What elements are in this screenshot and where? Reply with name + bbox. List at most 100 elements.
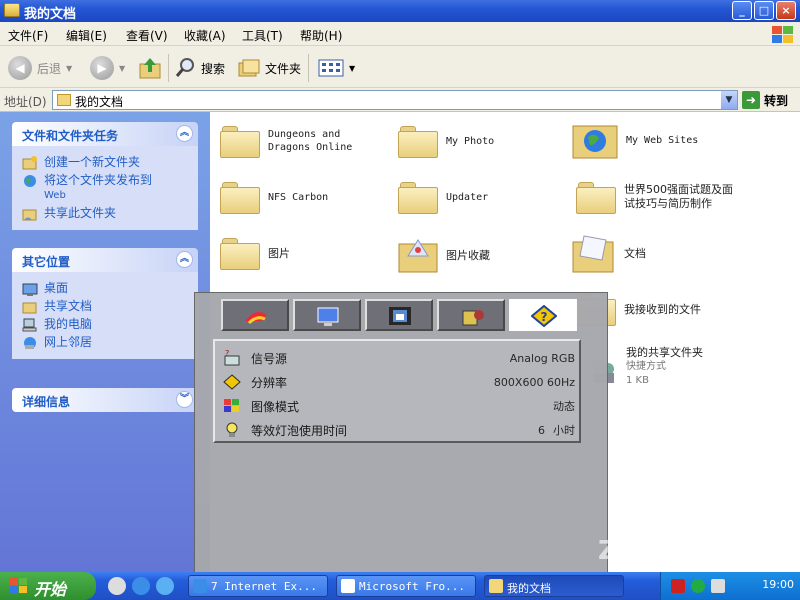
- views-button[interactable]: ▼: [318, 55, 355, 81]
- menu-view[interactable]: 查看(V): [126, 27, 168, 44]
- folder-icon: [576, 180, 616, 214]
- osd-row: 等效灯泡使用时间 6 小时: [223, 419, 575, 441]
- folder-item[interactable]: My Web Sites: [572, 120, 698, 160]
- address-input[interactable]: 我的文档 ▼: [52, 90, 738, 110]
- frontpage-icon: [341, 579, 355, 593]
- show-desktop-icon[interactable]: [156, 577, 174, 595]
- panel-header[interactable]: 详细信息 ︾: [12, 388, 198, 412]
- osd-tabs: ?: [207, 299, 599, 333]
- publish-web-link[interactable]: 将这个文件夹发布到 Web: [22, 173, 188, 203]
- network-link[interactable]: 网上邻居: [22, 335, 188, 350]
- tab-settings[interactable]: [437, 299, 505, 331]
- media-player-icon[interactable]: [108, 577, 126, 595]
- windows-flag-icon: [10, 578, 27, 593]
- osd-info-panel: ? 信号源 Analog RGB 分辨率 800X600 60Hz 图像模式 动…: [213, 339, 581, 443]
- signal-source-icon: ?: [224, 350, 240, 366]
- tray-icon[interactable]: [671, 579, 685, 593]
- folder-icon: [398, 124, 438, 158]
- folder-item[interactable]: My Photo: [398, 124, 494, 158]
- svg-text:?: ?: [225, 350, 229, 358]
- system-tray: 19:00: [660, 572, 800, 600]
- tray-icon[interactable]: [691, 579, 705, 593]
- folder-item[interactable]: Updater: [398, 180, 488, 214]
- chevron-up-icon[interactable]: ︽: [176, 251, 193, 268]
- folder-item[interactable]: 图片收藏: [398, 236, 490, 274]
- folder-item[interactable]: Dungeons and Dragons Online: [220, 124, 352, 158]
- share-folder-icon: [22, 209, 37, 221]
- clock[interactable]: 19:00: [762, 578, 794, 591]
- desktop-link[interactable]: 桌面: [22, 281, 188, 296]
- chevron-down-icon: ▼: [119, 63, 126, 73]
- shared-folder-icon: [22, 302, 37, 314]
- share-folder-link[interactable]: 共享此文件夹: [22, 206, 188, 221]
- panel-header[interactable]: 其它位置 ︽: [12, 248, 198, 272]
- views-icon: [318, 59, 344, 77]
- toolbar-separator: [168, 54, 169, 82]
- web-sites-folder-icon: [572, 125, 618, 159]
- chevron-down-icon[interactable]: ▼: [721, 91, 737, 109]
- documents-folder-icon: [572, 235, 614, 273]
- create-folder-link[interactable]: 创建一个新文件夹: [22, 155, 188, 170]
- taskbar-button-frontpage[interactable]: Microsoft Fro...: [336, 575, 476, 597]
- tab-info[interactable]: ?: [509, 299, 577, 331]
- back-arrow-icon: ◀: [8, 56, 32, 80]
- internet-explorer-icon[interactable]: [132, 577, 150, 595]
- maximize-button[interactable]: □: [754, 1, 774, 20]
- back-button[interactable]: ◀ 后退 ▼: [8, 55, 72, 81]
- chevron-down-icon: ▼: [349, 63, 356, 73]
- minimize-button[interactable]: _: [732, 1, 752, 20]
- tab-display[interactable]: [293, 299, 361, 331]
- chevron-up-icon[interactable]: ︽: [176, 125, 193, 142]
- tray-icon[interactable]: [711, 579, 725, 593]
- settings-icon: [462, 310, 484, 326]
- tab-image[interactable]: [365, 299, 433, 331]
- toolbar: ◀ 后退 ▼ ▶ ▼ 搜索 文件夹 ▼: [0, 46, 800, 88]
- menu-tools[interactable]: 工具(T): [242, 27, 283, 44]
- lamp-icon: [226, 422, 238, 437]
- folder-item[interactable]: NFS Carbon: [220, 180, 328, 214]
- svg-text:?: ?: [541, 310, 548, 324]
- tab-color[interactable]: [221, 299, 289, 331]
- go-button[interactable]: ➜ 转到: [742, 91, 788, 109]
- folder-icon: [57, 94, 71, 106]
- address-bar: 地址(D) 我的文档 ▼ ➜ 转到: [0, 88, 800, 112]
- folder-icon: [220, 124, 260, 158]
- menu-favorites[interactable]: 收藏(A): [184, 27, 226, 44]
- forward-button[interactable]: ▶ ▼: [90, 55, 125, 81]
- menu-help[interactable]: 帮助(H): [300, 27, 342, 44]
- start-button[interactable]: 开始: [0, 572, 96, 600]
- folder-icon: [398, 180, 438, 214]
- search-button[interactable]: 搜索: [174, 55, 225, 81]
- picture-folder-icon: [398, 239, 438, 273]
- folder-item[interactable]: 文档: [572, 232, 646, 274]
- up-folder-button[interactable]: [138, 55, 162, 81]
- resolution-icon: [223, 374, 241, 390]
- taskbar-button-ie[interactable]: 7 Internet Ex...: [188, 575, 328, 597]
- taskbar: 开始 7 Internet Ex... Microsoft Fro... 我的文…: [0, 572, 800, 600]
- network-icon: [24, 337, 36, 349]
- folder-item[interactable]: 图片: [220, 236, 290, 270]
- title-bar: 我的文档 _ □ ×: [0, 0, 800, 22]
- menu-edit[interactable]: 编辑(E): [66, 27, 107, 44]
- search-icon: [175, 58, 194, 77]
- go-arrow-icon: ➜: [742, 91, 760, 109]
- computer-icon: [22, 318, 37, 332]
- file-tasks-panel: 文件和文件夹任务 ︽ 创建一个新文件夹 将这个文件夹发布到 Web 共享此文件夹: [12, 122, 198, 230]
- osd-row: 图像模式 动态: [223, 395, 575, 417]
- my-computer-link[interactable]: 我的电脑: [22, 317, 188, 332]
- panel-header[interactable]: 文件和文件夹任务 ︽: [12, 122, 198, 146]
- menu-file[interactable]: 文件(F): [8, 27, 48, 44]
- other-places-panel: 其它位置 ︽ 桌面 共享文档 我的电脑 网上邻居: [12, 248, 198, 359]
- up-folder-icon: [139, 58, 161, 79]
- globe-icon: [24, 175, 36, 187]
- shared-docs-link[interactable]: 共享文档: [22, 299, 188, 314]
- folder-item[interactable]: 世界500强面试题及面 试技巧与简历制作: [576, 180, 733, 214]
- folder-icon: [220, 180, 260, 214]
- panel-body: 创建一个新文件夹 将这个文件夹发布到 Web 共享此文件夹: [12, 146, 198, 230]
- folder-icon: [489, 579, 503, 593]
- folder-icon: [220, 236, 260, 270]
- taskbar-button-my-documents[interactable]: 我的文档: [484, 575, 624, 597]
- close-button[interactable]: ×: [776, 1, 796, 20]
- folders-button[interactable]: 文件夹: [238, 55, 301, 81]
- chevron-down-icon[interactable]: ︾: [176, 391, 193, 408]
